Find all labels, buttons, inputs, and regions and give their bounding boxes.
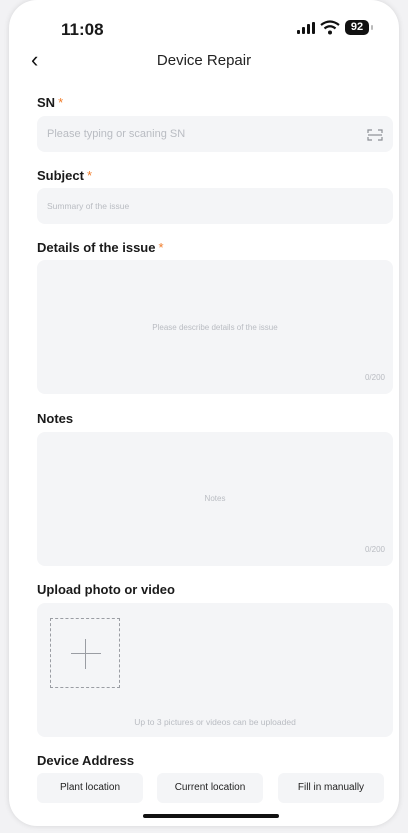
subject-input[interactable]: Summary of the issue — [37, 188, 393, 224]
signal-icon — [297, 22, 315, 34]
wifi-icon — [320, 20, 340, 35]
sn-required-mark: * — [58, 95, 64, 110]
notes-placeholder: Notes — [204, 494, 226, 503]
phone-frame: 11:08 92 ‹ Device Repair SN * Please typi… — [9, 0, 399, 826]
plus-icon-horizontal — [71, 653, 101, 654]
notes-char-counter: 0/200 — [364, 545, 385, 554]
battery-tip — [371, 25, 373, 30]
page-title: Device Repair — [156, 52, 252, 69]
sn-label: SN — [37, 95, 56, 110]
details-label-row: Details of the issue * — [37, 240, 164, 255]
upload-hint: Up to 3 pictures or videos can be upload… — [134, 717, 296, 727]
address-label: Device Address — [37, 753, 135, 768]
upload-label: Upload photo or video — [37, 582, 175, 597]
upload-add-tile[interactable] — [50, 618, 120, 688]
details-placeholder: Please describe details of the issue — [152, 323, 278, 332]
home-indicator[interactable] — [143, 814, 279, 818]
navigation-bar: ‹ Device Repair — [9, 44, 399, 78]
plant-location-button[interactable]: Plant location — [37, 773, 143, 803]
sn-label-row: SN * — [37, 95, 63, 110]
subject-label: Subject — [37, 168, 84, 183]
current-location-button[interactable]: Current location — [157, 773, 263, 803]
status-time: 11:08 — [61, 20, 104, 39]
fill-manually-button[interactable]: Fill in manually — [278, 773, 384, 803]
details-label: Details of the issue — [37, 240, 156, 255]
details-textarea[interactable]: Please describe details of the issue 0/2… — [37, 260, 393, 394]
details-char-counter: 0/200 — [364, 373, 385, 382]
details-required-mark: * — [158, 240, 164, 255]
subject-label-row: Subject * — [37, 168, 92, 183]
notes-textarea[interactable]: Notes 0/200 — [37, 432, 393, 566]
sn-input[interactable]: Please typing or scaning SN — [37, 116, 393, 152]
sn-placeholder: Please typing or scaning SN — [47, 128, 186, 140]
scan-icon[interactable] — [367, 129, 383, 141]
notes-label: Notes — [37, 411, 74, 426]
battery-indicator: 92 — [345, 20, 369, 35]
subject-placeholder: Summary of the issue — [47, 201, 130, 211]
subject-required-mark: * — [86, 168, 93, 183]
upload-area: Up to 3 pictures or videos can be upload… — [37, 603, 393, 737]
plus-icon-vertical — [85, 639, 86, 669]
